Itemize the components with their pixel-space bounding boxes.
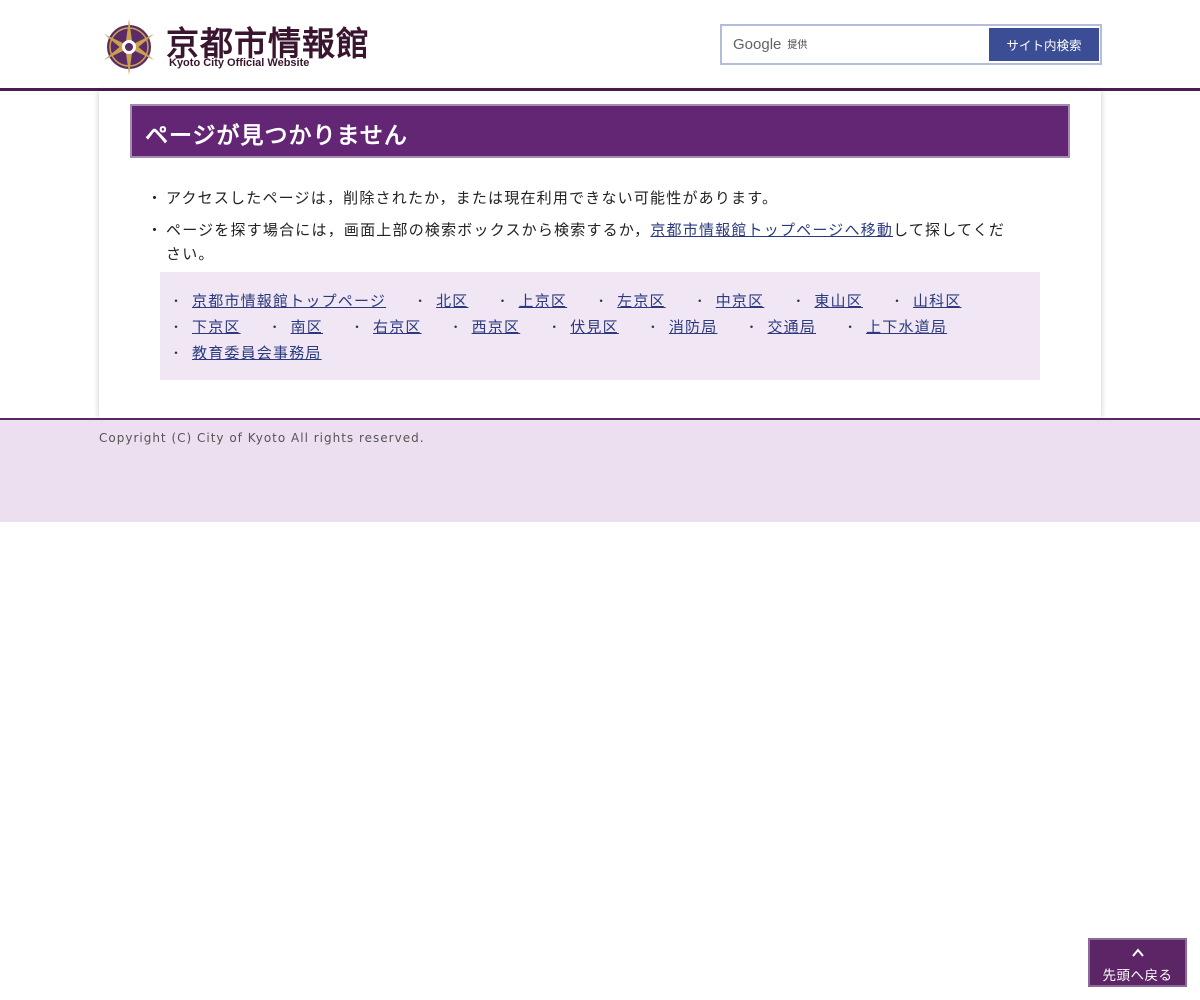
quick-link-item: 右京区 (351, 314, 422, 340)
link-top-page[interactable]: 京都市情報館トップページ (192, 292, 386, 310)
quick-links-list: 京都市情報館トップページ 北区 上京区 左京区 中京区 東山区 山科区 下京区 … (160, 272, 1014, 366)
search-button[interactable]: サイト内検索 (989, 28, 1099, 61)
link-shimogyo-ku[interactable]: 下京区 (192, 318, 241, 336)
main-content: ページが見つかりません アクセスしたページは，削除されたか，または現在利用できな… (99, 91, 1101, 418)
kyoto-emblem-icon (104, 19, 154, 75)
back-to-top-label: 先頭へ戻る (1102, 968, 1173, 984)
link-transportation-bureau[interactable]: 交通局 (767, 318, 816, 336)
quick-link-item: 上京区 (497, 288, 568, 314)
link-kita-ku[interactable]: 北区 (436, 292, 468, 310)
quick-links-box: 京都市情報館トップページ 北区 上京区 左京区 中京区 東山区 山科区 下京区 … (160, 272, 1040, 380)
quick-link-item: 伏見区 (548, 314, 619, 340)
page-title: ページが見つかりません (145, 123, 408, 149)
link-waterworks-bureau[interactable]: 上下水道局 (866, 318, 947, 336)
link-board-of-education[interactable]: 教育委員会事務局 (192, 344, 322, 362)
notice-list: アクセスしたページは，削除されたか，または現在利用できない可能性があります。 ペ… (147, 186, 1021, 274)
quick-link-item: 東山区 (792, 288, 863, 314)
link-nakagyo-ku[interactable]: 中京区 (716, 292, 765, 310)
link-higashiyama-ku[interactable]: 東山区 (814, 292, 863, 310)
search-input[interactable] (722, 26, 991, 65)
site-search: Google 提供 サイト内検索 (720, 24, 1102, 65)
site-footer: Copyright (C) City of Kyoto All rights r… (0, 418, 1200, 522)
link-kamigyo-ku[interactable]: 上京区 (519, 292, 568, 310)
notice-text: アクセスしたページは，削除されたか，または現在利用できない可能性があります。 (166, 189, 779, 207)
link-fire-department[interactable]: 消防局 (669, 318, 718, 336)
top-page-link[interactable]: 京都市情報館トップページへ移動 (650, 221, 893, 239)
quick-link-item: 山科区 (891, 288, 962, 314)
quick-link-item: 中京区 (694, 288, 765, 314)
link-sakyo-ku[interactable]: 左京区 (617, 292, 666, 310)
quick-link-item: 上下水道局 (844, 314, 947, 340)
link-ukyo-ku[interactable]: 右京区 (373, 318, 422, 336)
page-heading: ページが見つかりません (130, 104, 1070, 158)
quick-link-item: 下京区 (170, 314, 241, 340)
link-yamashina-ku[interactable]: 山科区 (913, 292, 962, 310)
back-to-top-button[interactable]: 先頭へ戻る (1088, 938, 1187, 987)
quick-link-item: 南区 (269, 314, 323, 340)
link-nishikyo-ku[interactable]: 西京区 (472, 318, 521, 336)
link-minami-ku[interactable]: 南区 (291, 318, 323, 336)
link-fushimi-ku[interactable]: 伏見区 (570, 318, 619, 336)
quick-link-item: 左京区 (595, 288, 666, 314)
notice-item: ページを探す場合には，画面上部の検索ボックスから検索するか，京都市情報館トップペ… (147, 218, 1021, 266)
quick-link-item: 北区 (414, 288, 468, 314)
site-header: 京都市情報館 Kyoto City Official Website Googl… (0, 0, 1200, 88)
quick-link-item: 教育委員会事務局 (170, 340, 322, 366)
quick-link-item: 消防局 (647, 314, 718, 340)
site-logo[interactable]: 京都市情報館 Kyoto City Official Website (102, 17, 372, 77)
copyright: Copyright (C) City of Kyoto All rights r… (99, 431, 425, 445)
notice-text: ページを探す場合には，画面上部の検索ボックスから検索するか， (166, 221, 651, 239)
notice-item: アクセスしたページは，削除されたか，または現在利用できない可能性があります。 (147, 186, 1021, 210)
quick-link-item: 交通局 (745, 314, 816, 340)
chevron-up-icon (1132, 948, 1144, 957)
quick-link-item: 京都市情報館トップページ (170, 288, 386, 314)
logo-subtitle: Kyoto City Official Website (169, 57, 310, 69)
quick-link-item: 西京区 (450, 314, 521, 340)
